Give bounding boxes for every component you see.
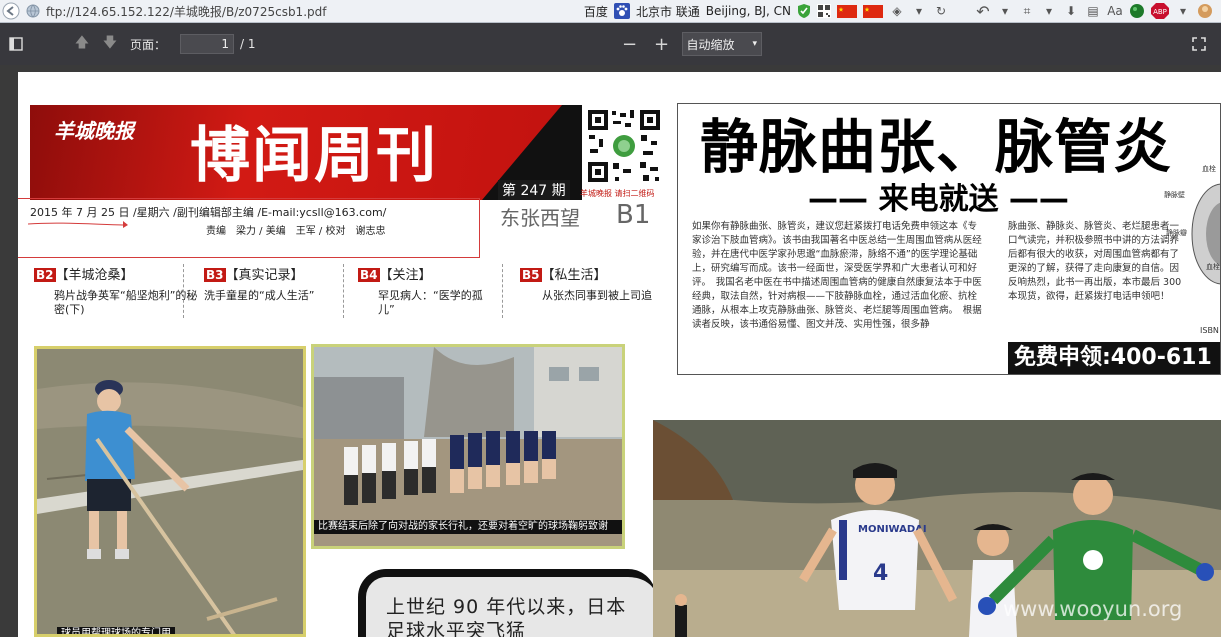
teaser-text: 从张杰同事到被上司追 (542, 289, 652, 302)
teaser-head: 【真实记录】 (225, 268, 304, 283)
previous-page-button[interactable]: 🡅 (68, 30, 96, 58)
back-button[interactable] (0, 1, 22, 21)
vein-diagram (1191, 183, 1220, 285)
plus-icon: + (653, 33, 670, 55)
extension-icon[interactable]: ◈ (889, 3, 905, 19)
zoom-out-button[interactable]: − (616, 30, 644, 58)
teaser-badge: B5 (520, 268, 542, 282)
dropdown-arrow-icon-3[interactable]: ▾ (1041, 3, 1057, 19)
green-ball-icon[interactable] (1129, 3, 1145, 19)
teaser-b4: B4 【关注】 罕见病人：“医学的孤儿” (358, 264, 498, 317)
page-label: 页面： (130, 37, 167, 52)
dropdown-arrow-icon-4[interactable]: ▾ (1175, 3, 1191, 19)
china-flag-icon-2 (863, 4, 883, 18)
teaser-badge: B4 (358, 268, 380, 282)
jersey-number: 4 (873, 561, 888, 586)
browser-address-bar: ftp://124.65.152.122/羊城晚报/B/z0725csb1.pd… (0, 0, 1221, 23)
watermark: www.wooyun.org (1003, 597, 1183, 621)
ad-title: 静脉曲张、脉管炎 (700, 113, 1173, 181)
reload-icon[interactable]: ↻ (933, 3, 949, 19)
issue-number: 第 247 期 (498, 180, 570, 200)
newspaper-logo: 羊城晚报 (54, 119, 134, 143)
editors-credit: 责编 梁力 / 美编 王军 / 校对 谢志忠 (206, 226, 386, 237)
location-en-label: Beijing, BJ, CN (705, 4, 791, 18)
teaser-b5: B5 【私生活】 从张杰同事到被上司追 (520, 264, 652, 303)
page-total: / 1 (240, 37, 256, 51)
qr-code (585, 107, 663, 185)
teaser-text: 罕见病人：“医学的孤儿” (378, 289, 483, 316)
baidu-paw-icon[interactable] (613, 3, 630, 19)
dateline: 2015 年 7 月 25 日 /星期六 /副刊编辑部主编 /E-mail:yc… (30, 206, 387, 219)
minus-icon: − (621, 33, 638, 55)
dropdown-arrow-icon-2[interactable]: ▾ (997, 3, 1013, 19)
ad-body-left: 如果你有静脉曲张、脉管炎，建议您赶紧拨打电话免费申领这本《专家诊治下肢血管病》。… (692, 221, 982, 330)
download-icon[interactable]: ⬇ (1063, 3, 1079, 19)
china-flag-icon (837, 4, 857, 18)
zoom-in-button[interactable]: + (648, 30, 676, 58)
teaser-badge: B2 (34, 268, 56, 282)
next-page-button[interactable]: 🡇 (96, 30, 124, 58)
photo-boy-rake: 球员用帮理球场的专门用 (34, 346, 306, 637)
fullscreen-icon (1192, 37, 1206, 51)
sidebar-toggle-button[interactable] (2, 30, 30, 58)
fullscreen-button[interactable] (1185, 30, 1213, 58)
search-engine-label[interactable]: 百度 (584, 3, 608, 20)
arrow-down-icon: 🡇 (102, 35, 118, 51)
chevron-down-icon: ▾ (752, 39, 758, 49)
masthead: 羊城晚报 博闻周刊 羊城晚报 请扫二维码 第 247 期 东张西望 B1 (30, 105, 663, 230)
isbn-label: ISBN (1200, 326, 1219, 335)
photo-team-bowing-image (314, 347, 622, 546)
ad-subtitle: —— 来电就送 —— (808, 182, 1069, 217)
masthead-title: 博闻周刊 (190, 121, 438, 191)
teaser-head: 【关注】 (379, 268, 432, 283)
location-label: 北京市 联通 (635, 4, 700, 19)
red-arrow (28, 221, 128, 228)
diagram-label: 静脉壁 (1164, 191, 1185, 199)
diagram-label: 血栓 (1206, 263, 1220, 271)
photo1-caption: 球员用帮理球场的专门用 (57, 627, 175, 634)
pdf-toolbar: 🡅 🡇 页面： 1 / 1 − + 自动缩放 ▾ (0, 23, 1221, 65)
pull-quote-box: 上世纪 90 年代以来，日本足球水平突飞猛 (358, 569, 656, 637)
teaser-b3: B3 【真实记录】 洗手童星的“成人生活” (204, 264, 354, 303)
zoom-select[interactable]: 自动缩放 ▾ (681, 32, 763, 56)
photo-team-bowing: 比赛结束后除了向对战的家长行礼，还要对着空旷的球场鞠躬致谢 (311, 344, 625, 549)
ad-body-right: 脉曲张、静脉炎、脉管炎、老烂腿患者一口气读完，并积极参照书中讲的方法调养后都有很… (1008, 221, 1182, 302)
qr-code-icon[interactable] (817, 4, 831, 18)
shield-icon[interactable] (797, 3, 811, 19)
diagram-label: 静脉瓣 (1166, 229, 1187, 237)
teaser-head: 【羊城沧桑】 (55, 268, 134, 283)
adblock-icon[interactable]: ABP (1151, 3, 1169, 19)
diagram-label: 血栓 (1202, 165, 1216, 173)
sidebar-icon (9, 37, 23, 51)
dropdown-arrow-icon[interactable]: ▾ (911, 3, 927, 19)
teaser-text: 洗手童星的“成人生活” (204, 289, 315, 302)
globe-icon (26, 4, 40, 18)
photo-boy-rake-image (37, 349, 303, 634)
ad-phone: 免费申领:400-611 (1008, 342, 1220, 374)
address-input[interactable]: ftp://124.65.152.122/羊城晚报/B/z0725csb1.pd… (46, 3, 326, 20)
avatar-icon[interactable] (1197, 3, 1213, 19)
page-number: B1 (616, 200, 651, 230)
pull-quote: 上世纪 90 年代以来，日本足球水平突飞猛 (386, 596, 627, 637)
arrow-up-icon: 🡅 (74, 35, 90, 51)
font-icon[interactable]: Aa (1107, 3, 1123, 19)
back-arrow-icon (2, 2, 20, 20)
crop-icon[interactable]: ⌗ (1019, 3, 1035, 19)
address-bar-right: 百度 北京市 联通 Beijing, BJ, CN ◈ ▾ ↻ ↶ ▾ ⌗ ▾ … (584, 0, 1221, 22)
pdf-page: 羊城晚报 博闻周刊 羊城晚报 请扫二维码 第 247 期 东张西望 B1 201… (18, 72, 1221, 637)
qr-caption: 羊城晚报 请扫二维码 (580, 189, 655, 198)
teaser-head: 【私生活】 (541, 268, 607, 283)
photo2-caption: 比赛结束后除了向对战的家长行礼，还要对着空旷的球场鞠躬致谢 (314, 520, 622, 534)
teaser-b2: B2 【羊城沧桑】 鸦片战争英军“船坚炮利”的秘密(下) (34, 264, 204, 317)
advertisement: 静脉曲张、脉管炎 —— 来电就送 —— 如果你有静脉曲张、脉管炎，建议您赶紧拨打… (677, 103, 1221, 375)
teaser-text: 鸦片战争英军“船坚炮利”的秘密(下) (54, 289, 198, 316)
notes-icon[interactable]: ▤ (1085, 3, 1101, 19)
svg-text:ABP: ABP (1153, 8, 1167, 16)
section-name: 东张西望 (500, 206, 580, 230)
zoom-value: 自动缩放 (686, 37, 735, 52)
page-number-input[interactable]: 1 (180, 34, 235, 54)
teaser-badge: B3 (204, 268, 226, 282)
undo-icon[interactable]: ↶ (975, 2, 991, 21)
